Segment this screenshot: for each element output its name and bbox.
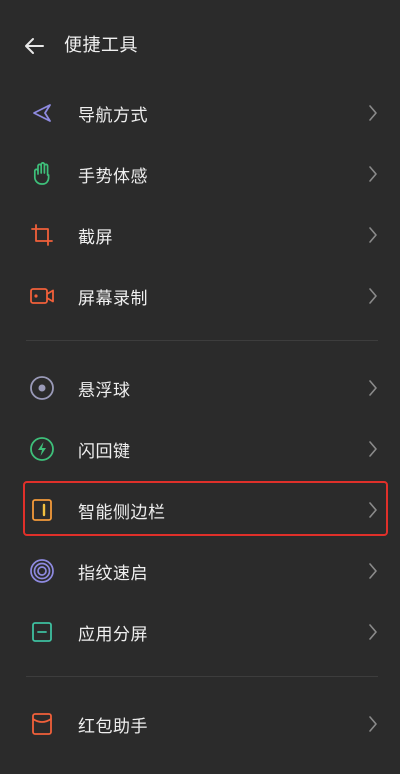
flashback-icon — [28, 435, 56, 463]
split-screen-icon — [28, 618, 56, 646]
chevron-right-icon — [366, 714, 380, 734]
menu-item-label: 导航方式 — [78, 105, 148, 126]
menu-item-screenshot[interactable]: 截屏 — [0, 207, 400, 263]
menu-item-fingerprint-quick-launch[interactable]: 指纹速启 — [0, 543, 400, 599]
menu-item-label: 截屏 — [78, 227, 113, 248]
menu-item-label: 应用分屏 — [78, 624, 148, 645]
section-divider — [26, 340, 378, 341]
red-envelope-icon — [28, 710, 56, 738]
fingerprint-icon — [28, 557, 56, 585]
menu-item-label: 手势体感 — [78, 166, 148, 187]
back-button[interactable] — [16, 30, 52, 62]
highlight-box — [23, 481, 388, 536]
chevron-right-icon — [366, 225, 380, 245]
menu-item-flashback-key[interactable]: 闪回键 — [0, 421, 400, 477]
chevron-right-icon — [366, 164, 380, 184]
menu-item-label: 指纹速启 — [78, 563, 148, 584]
crop-screenshot-icon — [28, 221, 56, 249]
menu-item-label: 红包助手 — [78, 716, 148, 737]
chevron-right-icon — [366, 286, 380, 306]
chevron-right-icon — [366, 622, 380, 642]
floating-ball-icon — [28, 374, 56, 402]
chevron-right-icon — [366, 103, 380, 123]
menu-item-red-envelope-assistant[interactable]: 红包助手 — [0, 696, 400, 752]
menu-item-gesture-motion[interactable]: 手势体感 — [0, 146, 400, 202]
menu-item-label: 闪回键 — [78, 441, 131, 462]
video-record-icon — [28, 282, 56, 310]
menu-item-label: 屏幕录制 — [78, 288, 148, 309]
arrow-left-icon — [25, 38, 44, 54]
menu-item-navigation-mode[interactable]: 导航方式 — [0, 85, 400, 141]
menu-item-screen-recording[interactable]: 屏幕录制 — [0, 268, 400, 324]
chevron-right-icon — [366, 378, 380, 398]
page-title: 便捷工具 — [64, 35, 138, 56]
hand-gesture-icon — [28, 160, 56, 188]
chevron-right-icon — [366, 439, 380, 459]
navigation-icon — [28, 99, 56, 127]
chevron-right-icon — [366, 561, 380, 581]
header: 便捷工具 — [0, 0, 400, 92]
menu-item-split-screen[interactable]: 应用分屏 — [0, 604, 400, 660]
section-divider — [26, 676, 378, 677]
menu-item-floating-ball[interactable]: 悬浮球 — [0, 360, 400, 416]
menu-item-label: 悬浮球 — [78, 380, 131, 401]
